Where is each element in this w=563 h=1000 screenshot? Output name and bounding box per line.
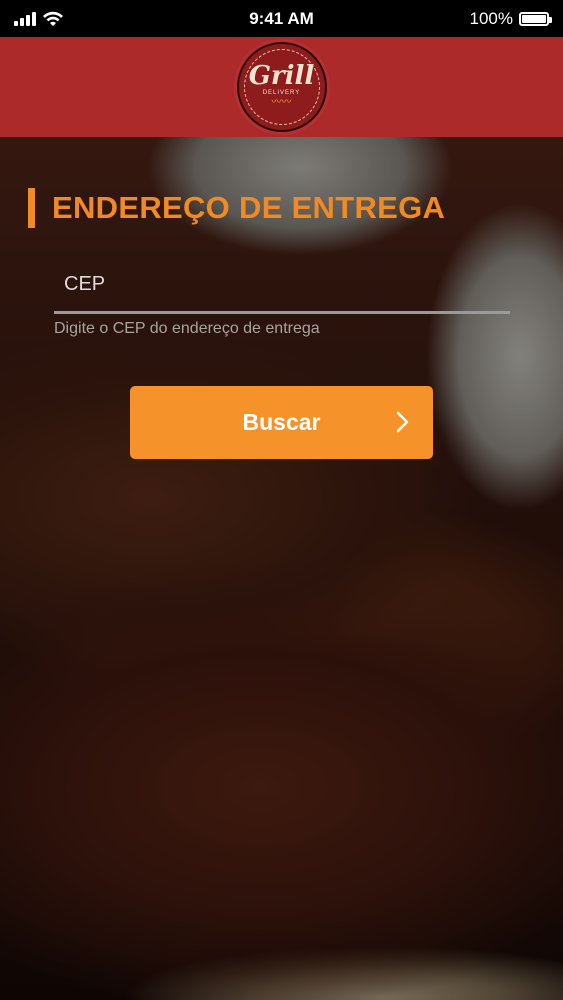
battery-percent: 100%	[469, 8, 513, 28]
logo-text: Grill	[248, 60, 315, 91]
chevron-right-icon	[396, 411, 409, 433]
search-button-label: Buscar	[242, 409, 321, 435]
app-header: Grill DELIVERY 〰〰	[0, 37, 563, 137]
status-left	[14, 11, 134, 27]
grill-delivery-logo: Grill DELIVERY 〰〰	[236, 42, 327, 132]
status-time: 9:41 AM	[249, 8, 314, 28]
page-title: ENDEREÇO DE ENTREGA	[52, 190, 446, 225]
wifi-icon	[43, 11, 63, 26]
search-button[interactable]: Buscar	[130, 386, 433, 459]
status-bar: 9:41 AM 100%	[0, 0, 563, 37]
status-right: 100%	[429, 8, 552, 29]
cep-helper-text: Digite o CEP do endereço de entrega	[54, 320, 320, 337]
title-accent-bar	[28, 188, 35, 228]
section-title: ENDEREÇO DE ENTREGA	[28, 188, 445, 228]
flame-icon: 〰〰	[271, 96, 292, 108]
logo-subtext: DELIVERY	[262, 89, 301, 96]
cep-input[interactable]: CEP	[54, 258, 510, 314]
cep-placeholder: CEP	[64, 273, 106, 295]
signal-icon	[14, 11, 36, 26]
battery-icon	[519, 11, 552, 26]
